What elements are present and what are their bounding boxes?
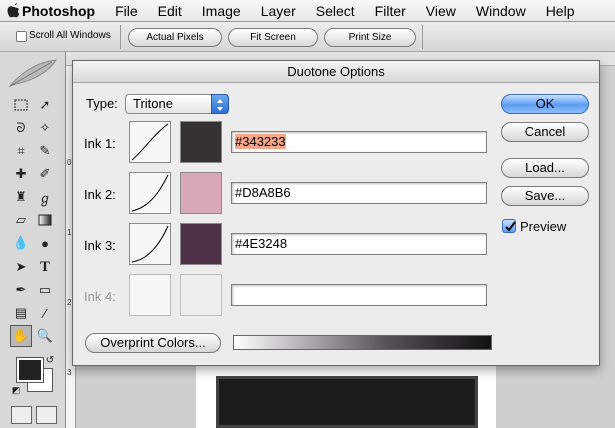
select-arrows-icon [211,94,229,114]
slice-tool-icon[interactable]: ✎ [34,140,56,162]
load-button[interactable]: Load... [501,158,589,178]
dodge-tool-icon[interactable]: ● [34,232,56,254]
marquee-tool-icon[interactable] [10,94,32,116]
foreground-color-swatch[interactable] [16,357,44,383]
apple-logo-icon[interactable] [6,2,22,20]
toolbox: ➚ ᘐ ✧ ⌗ ✎ ✚ ✐ ♜ ℊ ▱ 💧 ● ➤ T ✒ ▭ ▤ ⁄ ✋ 🔍 … [0,52,66,428]
menu-window[interactable]: Window [466,0,536,22]
blur-tool-icon[interactable]: 💧 [10,232,32,254]
crop-tool-icon[interactable]: ⌗ [10,140,32,162]
options-divider [120,25,121,49]
ink-1-curve-box[interactable] [129,121,171,163]
ink-4-label: Ink 4: [84,289,116,304]
overprint-colors-button[interactable]: Overprint Colors... [85,333,221,353]
menu-file[interactable]: File [105,0,148,22]
scroll-all-windows-label: Scroll All Windows [29,30,111,41]
healing-brush-tool-icon[interactable]: ✚ [10,163,32,185]
zoom-tool-icon[interactable]: 🔍 [34,325,56,347]
default-colors-icon[interactable]: ◩ [10,384,22,396]
pen-tool-icon[interactable]: ✒ [10,279,32,301]
swap-colors-icon[interactable]: ↺ [44,354,56,366]
ink-4-color-swatch [180,274,222,316]
notes-tool-icon[interactable]: ▤ [10,302,32,324]
ruler-mark: 3 [67,368,72,377]
preview-label: Preview [520,219,567,234]
ink-3-name-field[interactable]: #4E3248 [231,233,487,255]
quick-mask-mode-button[interactable] [36,406,57,424]
standard-mode-button[interactable] [11,406,32,424]
menu-filter[interactable]: Filter [365,0,416,22]
menu-layer[interactable]: Layer [251,0,306,22]
eraser-tool-icon[interactable]: ▱ [10,209,32,231]
ink-2-curve-box[interactable] [129,172,171,214]
brush-tool-icon[interactable]: ✐ [34,163,56,185]
ink-3-color-swatch[interactable] [180,223,222,265]
ink-1-name-value: #343233 [235,134,286,149]
eyedropper-tool-icon[interactable]: ⁄ [34,302,56,324]
scroll-all-windows-checkbox[interactable] [16,31,27,42]
type-tool-icon[interactable]: T [34,256,56,278]
hand-tool-icon[interactable]: ✋ [10,325,32,347]
menu-edit[interactable]: Edit [148,0,192,22]
document-image [216,376,478,428]
options-divider [422,25,423,49]
path-selection-tool-icon[interactable]: ➤ [10,256,32,278]
ruler-mark: 2 [67,298,72,307]
cancel-button[interactable]: Cancel [501,122,589,142]
tone-gradient-bar [233,335,492,350]
checkmark-icon [505,221,516,232]
ok-button[interactable]: OK [501,94,589,114]
actual-pixels-button[interactable]: Actual Pixels [128,28,222,47]
dialog-title: Duotone Options [73,61,599,83]
ruler-mark: 1 [67,228,72,237]
menu-image[interactable]: Image [192,0,251,22]
ink-2-color-swatch[interactable] [180,172,222,214]
ink-3-label: Ink 3: [84,238,116,253]
type-select[interactable]: Tritone [125,94,229,114]
ink-3-name-value: #4E3248 [235,236,288,251]
ink-2-name-field[interactable]: #D8A8B6 [231,182,487,204]
magic-wand-tool-icon[interactable]: ✧ [34,117,56,139]
ruler-mark: 0 [67,158,72,167]
menu-select[interactable]: Select [306,0,365,22]
print-size-button[interactable]: Print Size [324,28,416,47]
shape-tool-icon[interactable]: ▭ [34,279,56,301]
preview-checkbox[interactable] [502,219,516,233]
ink-1-name-field[interactable]: #343233 [231,131,487,153]
move-tool-icon[interactable]: ➚ [34,94,56,116]
ink-4-name-field [231,284,487,306]
options-bar: Scroll All Windows Actual Pixels Fit Scr… [0,22,615,52]
ink-2-label: Ink 2: [84,187,116,202]
save-button[interactable]: Save... [501,186,589,206]
feather-logo-icon [8,59,57,88]
gradient-tool-icon[interactable] [34,209,56,231]
fit-screen-button[interactable]: Fit Screen [228,28,318,47]
lasso-tool-icon[interactable]: ᘐ [10,117,32,139]
ink-4-curve-box [129,274,171,316]
menu-app-name[interactable]: Photoshop [22,0,105,22]
ink-3-curve-box[interactable] [129,223,171,265]
type-label: Type: [86,96,118,111]
menu-bar: Photoshop File Edit Image Layer Select F… [0,0,615,22]
ink-1-color-swatch[interactable] [180,121,222,163]
menu-view[interactable]: View [416,0,466,22]
menu-help[interactable]: Help [536,0,585,22]
ink-2-name-value: #D8A8B6 [235,185,291,200]
clone-stamp-tool-icon[interactable]: ♜ [10,186,32,208]
ink-1-label: Ink 1: [84,136,116,151]
type-select-value: Tritone [133,96,173,111]
duotone-options-dialog: Duotone Options Type: Tritone Ink 1: #34… [72,60,600,366]
history-brush-tool-icon[interactable]: ℊ [34,186,56,208]
